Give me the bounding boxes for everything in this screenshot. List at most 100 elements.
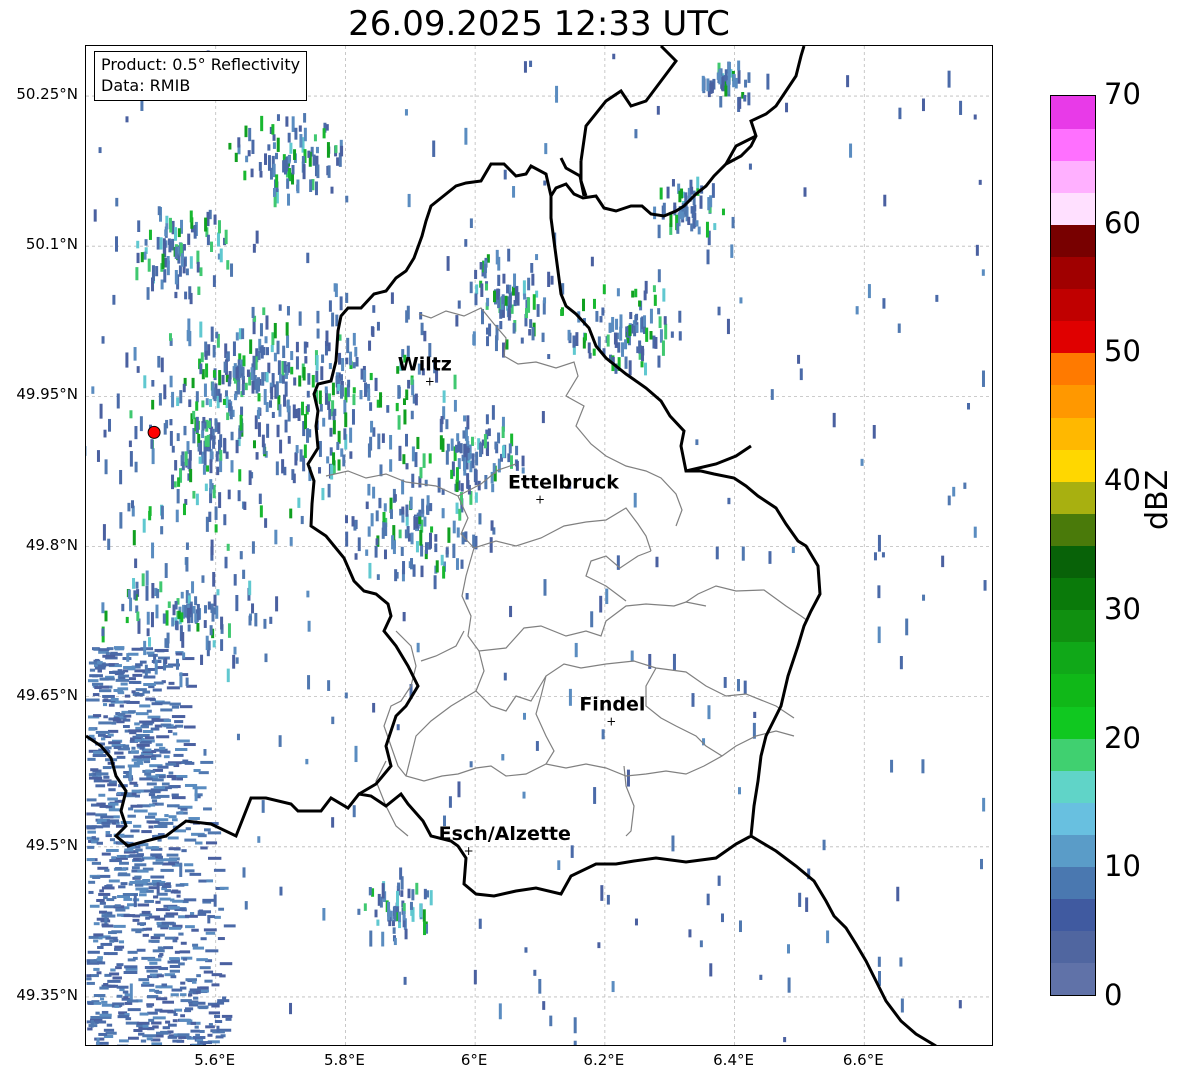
echo-pixel (101, 1000, 108, 1004)
echo-pixel (119, 512, 123, 529)
echo-pixel (242, 867, 246, 878)
echo-pixel (599, 316, 603, 323)
echo-pixel (210, 326, 214, 342)
echo-pixel (264, 153, 268, 165)
echo-pixel (194, 1025, 199, 1029)
echo-pixel (275, 174, 279, 188)
echo-pixel (135, 712, 149, 716)
echo-pixel (151, 399, 155, 410)
echo-pixel (214, 524, 218, 533)
echo-pixel (658, 316, 662, 329)
echo-pixel (345, 195, 349, 203)
echo-pixel (116, 1044, 129, 1045)
echo-pixel (140, 647, 154, 651)
echo-pixel (695, 439, 699, 446)
echo-pixel (89, 904, 100, 908)
echo-pixel (137, 869, 149, 873)
echo-pixel (543, 297, 547, 304)
radar-map[interactable]: + Wiltz + Ettelbruck + Findel + Esch/Alzette (85, 45, 993, 1046)
echo-pixel (167, 729, 173, 733)
echo-pixel (724, 85, 728, 97)
echo-pixel (406, 305, 410, 320)
echo-pixel (420, 322, 424, 336)
echo-pixel (672, 653, 676, 671)
echo-pixel (89, 668, 96, 672)
echo-pixel (131, 792, 137, 796)
echo-pixel (473, 468, 477, 483)
echo-pixel (469, 281, 473, 294)
echo-pixel (290, 366, 294, 375)
echo-pixel (148, 1018, 155, 1022)
echo-pixel (372, 486, 376, 499)
echo-pixel (105, 1031, 117, 1035)
echo-pixel (484, 474, 488, 490)
echo-pixel (398, 529, 402, 539)
echo-pixel (116, 720, 125, 724)
echo-pixel (190, 1029, 200, 1033)
colorbar-segment (1051, 417, 1095, 450)
echo-pixel (321, 487, 325, 501)
colorbar-segment (1051, 513, 1095, 546)
echo-pixel (213, 868, 226, 872)
echo-pixel (184, 863, 194, 867)
echo-pixel (179, 993, 187, 997)
echo-pixel (189, 468, 193, 483)
city-label: Esch/Alzette (439, 823, 571, 845)
echo-pixel (87, 757, 96, 761)
echo-pixel (240, 406, 244, 417)
echo-pixel (191, 1043, 203, 1045)
echo-pixel (157, 355, 161, 368)
echo-pixel (160, 723, 172, 727)
echo-pixel (161, 782, 170, 786)
radar-echoes (86, 50, 987, 1045)
echo-pixel (376, 321, 380, 331)
product-label: Product: 0.5° Reflectivity (101, 55, 301, 74)
echo-pixel (195, 841, 203, 845)
echo-pixel (227, 623, 231, 638)
echo-pixel (224, 390, 228, 397)
echo-pixel (381, 433, 385, 443)
echo-pixel (161, 921, 175, 925)
echo-pixel (120, 882, 128, 886)
echo-pixel (204, 217, 208, 232)
echo-pixel (91, 861, 101, 865)
echo-pixel (96, 971, 102, 975)
echo-pixel (803, 187, 807, 197)
echo-pixel (590, 611, 594, 628)
echo-pixel (137, 220, 141, 232)
echo-pixel (351, 516, 355, 527)
echo-pixel (178, 932, 184, 936)
echo-pixel (688, 929, 692, 938)
echo-pixel (106, 848, 119, 852)
echo-pixel (177, 228, 181, 238)
echo-pixel (384, 522, 388, 537)
echo-pixel (374, 377, 378, 392)
echo-pixel (139, 746, 145, 750)
echo-pixel (921, 98, 925, 112)
echo-pixel (174, 291, 178, 299)
echo-pixel (429, 890, 433, 906)
echo-pixel (191, 928, 199, 932)
echo-pixel (890, 759, 894, 773)
echo-pixel (227, 489, 231, 500)
echo-pixel (104, 913, 108, 924)
echo-pixel (106, 819, 120, 823)
echo-pixel (293, 149, 297, 160)
echo-pixel (232, 654, 236, 669)
echo-pixel (352, 387, 356, 394)
echo-pixel (448, 796, 452, 808)
echo-pixel (701, 75, 705, 92)
echo-pixel (86, 858, 96, 862)
echo-pixel (327, 680, 331, 691)
echo-pixel (125, 352, 129, 368)
echo-pixel (395, 402, 399, 412)
echo-pixel (485, 414, 489, 425)
echo-pixel (302, 366, 306, 381)
echo-pixel (441, 508, 445, 519)
echo-pixel (363, 903, 367, 911)
echo-pixel (144, 772, 152, 776)
echo-pixel (457, 300, 461, 309)
echo-pixel (442, 390, 446, 403)
echo-pixel (176, 397, 180, 407)
echo-pixel (111, 856, 117, 860)
